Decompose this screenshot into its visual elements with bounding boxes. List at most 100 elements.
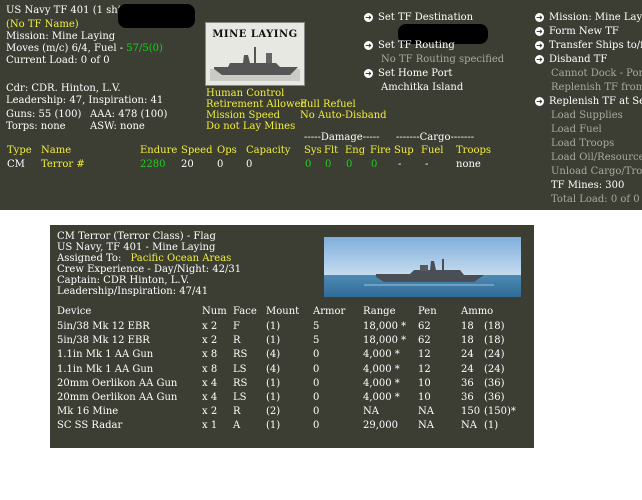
ship-assigned: Assigned To: Pacific Ocean Areas <box>57 254 231 264</box>
order-no-mines[interactable]: Do not Lay Mines <box>206 122 295 132</box>
ship-captain[interactable]: Captain: CDR Hinton, L.V. <box>57 276 189 286</box>
device-cell: 36 <box>461 377 474 389</box>
tf-command-item[interactable]: ➜Mission: Mine Laying <box>535 13 642 23</box>
tf-command-item[interactable]: ➜Transfer Ships to/from <box>535 41 642 51</box>
device-cell: (2) <box>266 406 281 418</box>
device-cell: 4,000 * <box>363 392 400 403</box>
row-flt: 0 <box>325 159 332 170</box>
device-cell: 0 <box>313 349 320 361</box>
arrow-right-icon: ➜ <box>535 41 544 50</box>
device-col-face: Face <box>233 306 257 317</box>
assigned-label: Assigned To: <box>57 253 122 264</box>
col-eng: Eng <box>345 145 366 156</box>
device-cell: (4) <box>266 349 281 361</box>
device-cell: x 4 <box>202 392 218 403</box>
device-cell: 24 <box>461 349 474 361</box>
tf-command-item: Replenish TF from Po <box>551 82 642 93</box>
device-cell: 62 <box>418 335 431 347</box>
order-full-refuel[interactable]: Full Refuel <box>300 100 356 110</box>
tf-moves: Moves (m/c) 6/4, Fuel - 57/5(0) <box>6 44 163 54</box>
ship-silhouette-icon <box>210 47 300 81</box>
device-cell: (24) <box>484 349 505 361</box>
device-cell: x 8 <box>202 363 218 375</box>
row-ship-name[interactable]: Terror # <box>41 160 85 170</box>
cargo-header: -------Cargo------- <box>396 132 475 143</box>
row-sup: - <box>398 159 402 170</box>
mission-badge: MINE LAYING <box>205 22 305 86</box>
device-cell: (18) <box>484 335 505 347</box>
device-cell: 18,000 * <box>363 321 407 332</box>
device-name: Mk 16 Mine <box>57 406 119 418</box>
order-no-auto-disband[interactable]: No Auto-Disband <box>300 111 387 121</box>
fuel-value: 57/5(0) <box>126 43 163 54</box>
col-name: Name <box>41 145 72 156</box>
device-cell: 0 <box>313 392 320 403</box>
device-cell: (1) <box>266 321 281 332</box>
row-ops: 0 <box>217 159 224 170</box>
row-speed: 20 <box>181 159 194 170</box>
device-cell: 18 <box>461 321 474 332</box>
arrow-right-icon: ➜ <box>364 13 373 22</box>
arrow-right-icon: ➜ <box>364 41 373 50</box>
tf-commander[interactable]: Cdr: CDR. Hinton, L.V. <box>6 84 121 94</box>
device-cell: A <box>233 420 241 432</box>
order-retirement[interactable]: Retirement Allowed <box>206 100 307 110</box>
device-cell: 10 <box>418 392 431 403</box>
device-cell: 29,000 <box>363 420 398 432</box>
device-cell: (36) <box>484 392 505 403</box>
device-cell: (1) <box>266 392 281 403</box>
order-human-control[interactable]: Human Control <box>206 89 284 99</box>
device-cell: LS <box>233 392 247 403</box>
device-cell: (18) <box>484 321 505 332</box>
row-troops: none <box>456 159 481 170</box>
device-cell: RS <box>233 349 248 361</box>
device-cell: LS <box>233 363 247 375</box>
tf-command-item[interactable]: ➜ Replenish TF at Sea <box>535 97 642 107</box>
tf-name[interactable]: (No TF Name) <box>6 20 79 30</box>
tf-command-item[interactable]: TF Mines: 300 <box>551 181 624 191</box>
arrow-right-icon: ➜ <box>535 27 544 36</box>
ship-photo <box>324 237 521 297</box>
col-capacity: Capacity <box>246 145 291 156</box>
redaction-bar <box>118 4 195 28</box>
damage-header: -----Damage----- <box>304 132 380 143</box>
row-endure: 2280 <box>140 159 166 170</box>
device-col-num: Num <box>202 306 227 317</box>
tf-header: US Navy TF 401 (1 ship <box>6 5 128 16</box>
tf-command-item[interactable]: ➜ Disband TF <box>535 55 607 65</box>
device-name: 20mm Oerlikon AA Gun <box>57 377 178 389</box>
col-speed: Speed <box>181 145 213 156</box>
set-destination-button[interactable]: ➜ Set TF Destination <box>364 13 473 23</box>
device-name: 1.1in Mk 1 AA Gun <box>57 363 154 375</box>
device-cell: x 2 <box>202 321 218 332</box>
ship-experience: Crew Experience - Day/Night: 42/31 <box>57 264 242 275</box>
col-fire: Fire <box>370 145 391 156</box>
device-cell: 4,000 * <box>363 377 400 389</box>
device-cell: x 2 <box>202 406 218 418</box>
no-routing-text: No TF Routing specified <box>381 54 505 65</box>
device-cell: NA <box>418 406 434 418</box>
device-cell: 18,000 * <box>363 335 407 347</box>
device-col-ammo: Ammo <box>461 306 494 317</box>
device-cell: NA <box>461 420 477 432</box>
ship-navy: US Navy, TF 401 - Mine Laying <box>57 242 216 253</box>
arrow-right-icon: ➜ <box>364 69 373 78</box>
order-mission-speed[interactable]: Mission Speed <box>206 111 280 121</box>
tf-command-item: Load Oil/Resources <box>551 152 642 163</box>
task-force-panel: US Navy TF 401 (1 ship (No TF Name) Miss… <box>0 0 642 210</box>
assigned-value[interactable]: Pacific Ocean Areas <box>131 253 232 264</box>
device-cell: R <box>233 335 241 347</box>
col-ops: Ops <box>217 145 237 156</box>
device-cell: R <box>233 406 241 418</box>
row-eng: 0 <box>346 159 353 170</box>
col-sup: Sup <box>394 145 414 156</box>
tf-aaa: AAA: 478 (100) <box>90 109 168 120</box>
tf-command-item[interactable]: ➜ Form New TF <box>535 27 619 37</box>
device-name: 5in/38 Mk 12 EBR <box>57 335 150 347</box>
device-cell: (1) <box>484 420 499 432</box>
ship-leadership: Leadership/Inspiration: 47/41 <box>57 286 209 297</box>
device-cell: NA <box>418 420 434 432</box>
set-home-port-button[interactable]: ➜ Set Home Port <box>364 69 452 79</box>
device-name: 20mm Oerlikon AA Gun <box>57 392 178 403</box>
set-routing-button[interactable]: ➜ Set TF Routing <box>364 41 455 51</box>
